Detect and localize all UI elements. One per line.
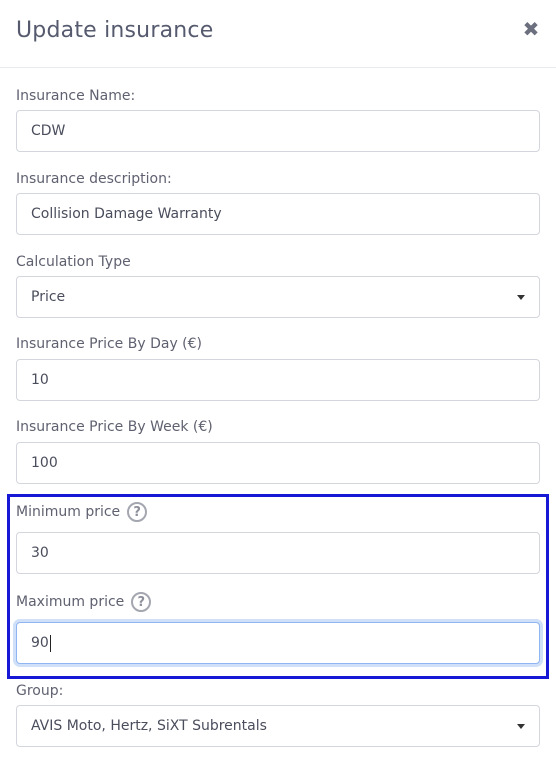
insurance-description-value: Collision Damage Warranty [31,206,222,222]
question-circle-icon[interactable]: ? [131,592,152,612]
price-by-day-input[interactable]: 10 [16,359,540,401]
calculation-type-value: Price [31,289,66,305]
insurance-name-input[interactable]: CDW [16,110,540,152]
chevron-down-icon [517,295,525,300]
insurance-description-label: Insurance description: [16,171,172,187]
minimum-price-input[interactable]: 30 [16,532,540,574]
price-by-day-value: 10 [31,372,49,388]
minimum-price-label: Minimum price [16,504,121,520]
maximum-price-input[interactable]: 90 [16,622,540,664]
price-by-week-value: 100 [31,455,58,471]
group-select[interactable]: AVIS Moto, Hertz, SiXT Subrentals [16,705,540,747]
modal-header: Update insurance ✖ [0,0,556,68]
maximum-price-label-row: Maximum price ? [16,592,152,612]
maximum-price-label: Maximum price [16,594,125,610]
group-label: Group: [16,683,64,699]
price-by-day-label: Insurance Price By Day (€) [16,336,203,352]
chevron-down-icon [517,724,525,729]
close-icon[interactable]: ✖ [520,17,542,41]
group-value: AVIS Moto, Hertz, SiXT Subrentals [31,718,267,734]
maximum-price-value: 90 [31,635,49,651]
insurance-name-value: CDW [31,123,66,139]
insurance-name-label: Insurance Name: [16,88,136,104]
minimum-price-value: 30 [31,545,49,561]
calculation-type-label: Calculation Type [16,254,131,270]
minimum-price-label-row: Minimum price ? [16,502,148,522]
text-cursor [49,634,51,652]
calculation-type-select[interactable]: Price [16,276,540,318]
price-by-week-input[interactable]: 100 [16,442,540,484]
question-circle-icon[interactable]: ? [127,502,148,522]
insurance-description-input[interactable]: Collision Damage Warranty [16,193,540,235]
price-by-week-label: Insurance Price By Week (€) [16,419,213,435]
modal-title: Update insurance [16,18,214,43]
